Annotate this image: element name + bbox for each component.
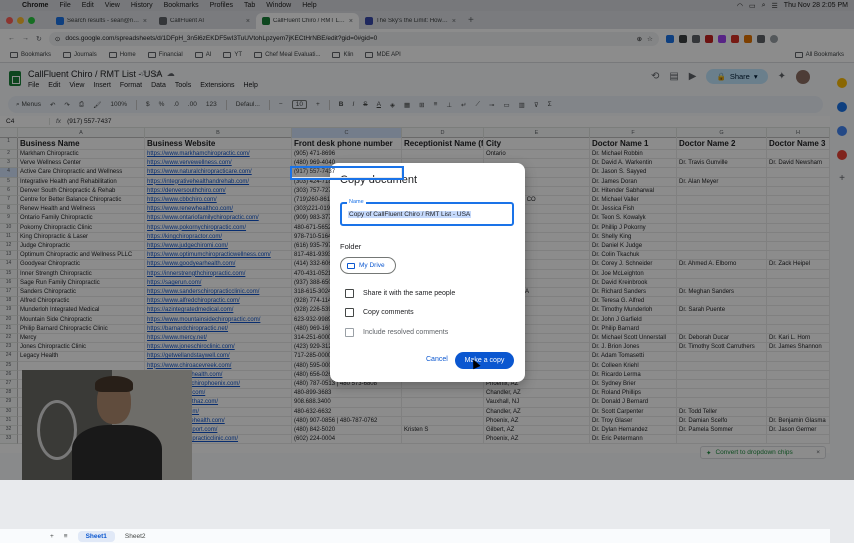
checkbox-icon	[345, 328, 354, 337]
copy-comments-checkbox[interactable]: Copy comments	[345, 308, 414, 317]
checkbox-icon[interactable]	[345, 308, 354, 317]
checkbox-label: Include resolved comments	[363, 329, 449, 336]
name-field-value[interactable]: Copy of CallFluent Chiro / RMT List - US…	[348, 211, 472, 218]
copy-document-dialog: Copy document Name Copy of CallFluent Ch…	[330, 163, 525, 382]
sheet-tab-bar: + ≡ Sheet1 Sheet2	[0, 529, 830, 543]
name-field[interactable]: Name Copy of CallFluent Chiro / RMT List…	[340, 199, 514, 226]
my-drive-label: My Drive	[359, 262, 385, 269]
checkbox-label: Share it with the same people	[363, 290, 456, 297]
include-resolved-comments-checkbox: Include resolved comments	[345, 328, 448, 337]
checkbox-icon[interactable]	[345, 289, 354, 298]
make-a-copy-button[interactable]: Make a copy	[455, 352, 514, 369]
sheet-tab-sheet1[interactable]: Sheet1	[77, 530, 115, 542]
all-sheets-icon[interactable]: ≡	[64, 533, 68, 540]
add-sheet-icon[interactable]: +	[50, 533, 54, 540]
checkbox-label: Copy comments	[363, 309, 414, 316]
share-same-people-checkbox[interactable]: Share it with the same people	[345, 289, 455, 298]
modal-overlay[interactable]: Copy document Name Copy of CallFluent Ch…	[0, 0, 854, 480]
sheet-tab-sheet2[interactable]: Sheet2	[125, 533, 146, 540]
table-cell[interactable]: (917) 557-7437	[290, 166, 404, 180]
cancel-button[interactable]: Cancel	[426, 356, 448, 363]
folder-icon	[347, 262, 355, 269]
folder-label: Folder	[340, 242, 362, 251]
name-field-label: Name	[347, 199, 366, 205]
my-drive-button[interactable]: My Drive	[340, 257, 396, 274]
